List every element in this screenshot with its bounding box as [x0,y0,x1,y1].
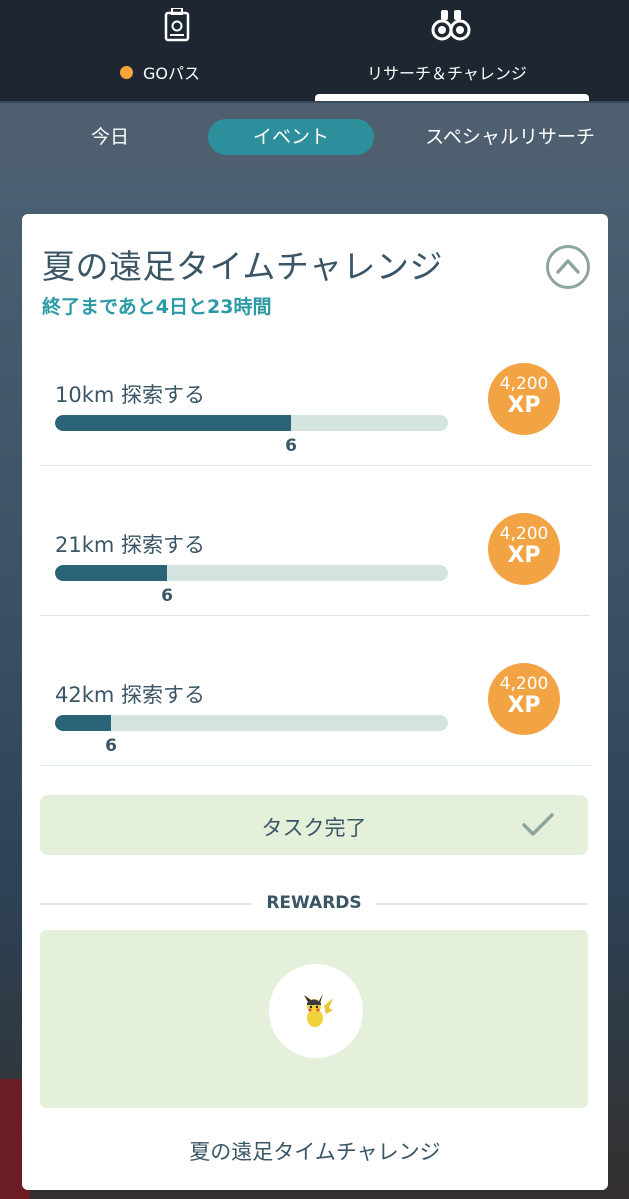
task-name: 21km 探索する [55,533,206,557]
checkmark-icon [522,813,554,836]
task-row: 21km 探索する 6 4,200 XP [22,501,608,651]
xp-reward-badge: 4,200 XP [488,363,560,435]
rewards-header: REWARDS [40,892,588,916]
xp-unit: XP [507,693,541,718]
tab-special-research[interactable]: スペシャルリサーチ [410,119,610,155]
sub-tab-bar: 今日 イベント スペシャルリサーチ [0,103,629,169]
rewards-divider-left [40,903,252,905]
task-complete-label: タスク完了 [261,816,367,840]
pikachu-icon [304,994,333,1027]
reward-title: 夏の遠足タイムチャレンジ [189,1140,441,1164]
challenge-card: 夏の遠足タイムチャレンジ 終了まであと4日と23時間 10km 探索する 6 4… [22,214,608,1190]
xp-unit: XP [507,393,541,418]
progress-bar [55,715,448,731]
progress-count: 6 [285,436,297,456]
tab-research-label: リサーチ＆チャレンジ [367,64,527,83]
pass-icon [163,7,191,46]
tab-research-challenge[interactable]: リサーチ＆チャレンジ [315,0,629,102]
notification-dot [120,65,133,79]
task-row: 42km 探索する 6 4,200 XP [22,651,608,801]
task-row: 10km 探索する 6 4,200 XP [22,351,608,501]
task-divider [40,465,590,466]
tab-today[interactable]: 今日 [70,119,150,155]
xp-amount: 4,200 [499,374,549,394]
progress-bar [55,565,448,581]
progress-fill [55,415,291,431]
collapse-button[interactable] [546,245,590,289]
task-name: 10km 探索する [55,383,206,407]
challenge-title: 夏の遠足タイムチャレンジ [42,247,444,286]
xp-reward-badge: 4,200 XP [488,513,560,585]
rewards-divider-right [376,903,588,905]
chevron-up-icon [556,259,580,274]
xp-amount: 4,200 [499,524,549,544]
time-remaining: 終了まであと4日と23時間 [42,296,272,318]
task-divider [40,615,590,616]
xp-amount: 4,200 [499,674,549,694]
progress-count: 6 [161,586,173,606]
tab-gopass[interactable]: GOパス [0,0,315,102]
tab-event[interactable]: イベント [208,119,374,155]
progress-bar [55,415,448,431]
binoculars-icon [431,8,471,46]
xp-reward-badge: 4,200 XP [488,663,560,735]
xp-unit: XP [507,543,541,568]
progress-count: 6 [105,736,117,756]
progress-fill [55,565,167,581]
gopass-label: GOパス [143,64,200,83]
reward-panel [40,930,588,1108]
top-tab-bar: GOパス リサーチ＆チャレンジ [0,0,629,103]
reward-item[interactable] [269,964,363,1058]
task-name: 42km 探索する [55,683,206,707]
task-divider [40,765,590,766]
tab-gopass-label: GOパス [120,60,200,84]
rewards-label: REWARDS [266,893,362,913]
task-complete-panel[interactable]: タスク完了 [40,795,588,855]
progress-fill [55,715,111,731]
